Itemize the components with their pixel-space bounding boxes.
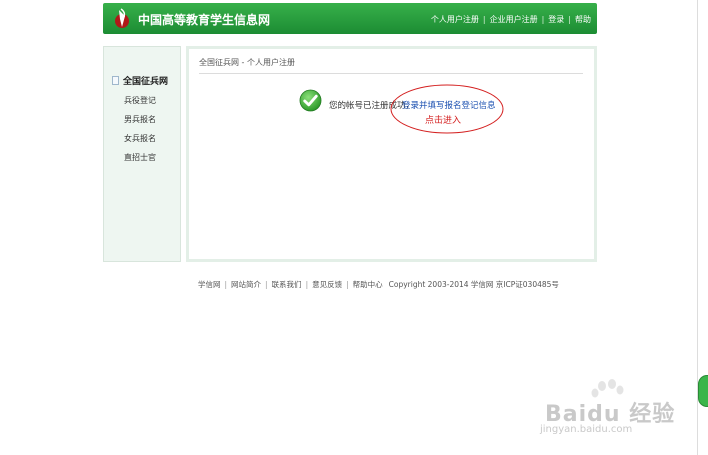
sidebar-item-female-enlist[interactable]: 女兵报名 bbox=[124, 133, 156, 144]
sidebar-item-military-registration[interactable]: 兵役登记 bbox=[124, 95, 156, 106]
sidebar-item-direct-nco[interactable]: 直招士官 bbox=[124, 152, 156, 163]
sidebar-title-label: 全国征兵网 bbox=[123, 77, 169, 87]
footer-copyright: Copyright 2003-2014 学信网 京ICP证030485号 bbox=[388, 280, 559, 289]
top-nav: 个人用户注册 | 企业用户注册 | 登录 | 帮助 bbox=[431, 14, 591, 25]
footer-link-about[interactable]: 网站简介 bbox=[231, 280, 261, 289]
site-logo-icon bbox=[115, 8, 129, 28]
footer-link-contact[interactable]: 联系我们 bbox=[272, 280, 302, 289]
sidebar-item-male-enlist[interactable]: 男兵报名 bbox=[124, 114, 156, 125]
sidebar-title[interactable]: 全国征兵网 bbox=[112, 74, 168, 87]
breadcrumb: 全国征兵网 - 个人用户注册 bbox=[199, 58, 295, 67]
nav-separator: | bbox=[568, 15, 571, 24]
footer-separator: | bbox=[224, 280, 228, 289]
watermark-url: jingyan.baidu.com bbox=[540, 424, 633, 435]
breadcrumb-divider bbox=[199, 73, 583, 74]
footer: 学信网 | 网站简介 | 联系我们 | 意见反馈 | 帮助中心 Copyright 2003-20… bbox=[198, 279, 559, 290]
footer-link-feedback[interactable]: 意见反馈 bbox=[312, 280, 342, 289]
main-panel: 全国征兵网 - 个人用户注册 您的帐号已注册成功， 登录并填写报名登记信息 点击… bbox=[186, 46, 597, 262]
footer-separator: | bbox=[305, 280, 309, 289]
site-title: 中国高等教育学生信息网 bbox=[138, 13, 271, 27]
site-header: 中国高等教育学生信息网 个人用户注册 | 企业用户注册 | 登录 | 帮助 bbox=[103, 3, 597, 34]
floating-side-button[interactable] bbox=[698, 375, 708, 407]
nav-login[interactable]: 登录 bbox=[548, 15, 564, 24]
success-check-icon bbox=[299, 89, 322, 112]
nav-personal-register[interactable]: 个人用户注册 bbox=[431, 15, 479, 24]
nav-separator: | bbox=[482, 15, 486, 24]
footer-separator: | bbox=[265, 280, 268, 289]
nav-enterprise-register[interactable]: 企业用户注册 bbox=[490, 15, 538, 24]
footer-link-chsi[interactable]: 学信网 bbox=[198, 280, 221, 289]
document-icon bbox=[112, 76, 119, 85]
footer-separator: | bbox=[346, 280, 349, 289]
sidebar: 全国征兵网 兵役登记 男兵报名 女兵报名 直招士官 bbox=[103, 46, 181, 262]
annotation-oval bbox=[390, 84, 504, 134]
nav-help[interactable]: 帮助 bbox=[575, 15, 591, 24]
nav-separator: | bbox=[541, 15, 545, 24]
footer-link-help[interactable]: 帮助中心 bbox=[353, 280, 383, 289]
